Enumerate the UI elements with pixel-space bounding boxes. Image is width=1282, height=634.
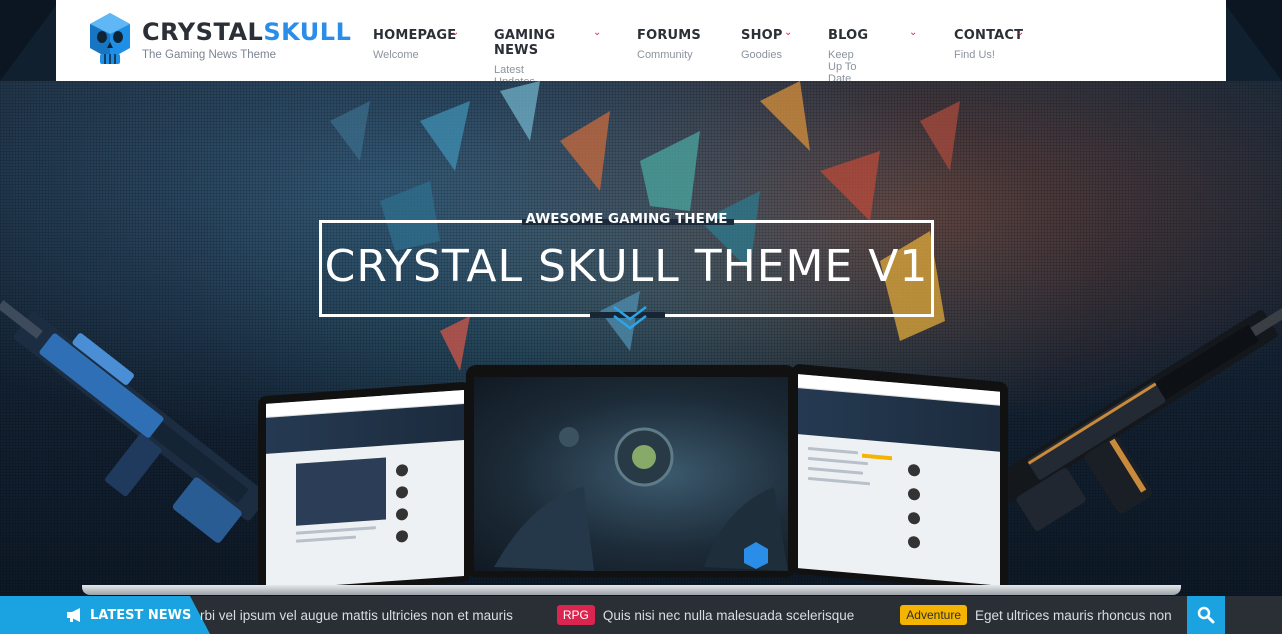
nav-sublabel: Find Us!	[954, 49, 995, 61]
ticker-items: rbi vel ipsum vel augue mattis ultricies…	[200, 596, 1187, 634]
site-logo[interactable]: CRYSTALSKULL The Gaming News Theme	[88, 12, 351, 68]
double-chevron-down-icon[interactable]	[610, 305, 650, 331]
nav-item-forums[interactable]: FORUMS Community	[637, 28, 701, 61]
nav-label: FORUMS	[637, 28, 701, 43]
logo-title-part2: SKULL	[263, 18, 352, 46]
robot-face-image	[494, 427, 788, 571]
nav-sublabel: Goodies	[741, 49, 782, 61]
logo-title-part1: CRYSTAL	[142, 18, 264, 46]
nav-item-gaming-news[interactable]: GAMING NEWS Latest Updates ⌄	[494, 27, 601, 88]
header-decoration-left	[0, 0, 60, 81]
nav-label: CONTACT	[954, 28, 1024, 43]
left-rifle-image	[0, 300, 268, 543]
megaphone-icon	[67, 608, 80, 622]
center-laptop-screen	[474, 377, 788, 571]
nav-item-blog[interactable]: BLOG Keep Up To Date ⌄	[828, 27, 917, 85]
chevron-down-icon: ⌄	[1016, 27, 1025, 38]
search-button[interactable]	[1187, 596, 1225, 634]
category-badge-adventure[interactable]: Adventure	[900, 605, 967, 625]
left-laptop-screen	[266, 390, 464, 590]
chevron-down-icon: ⌄	[909, 27, 918, 38]
hero-title-box: AWESOME GAMING THEME CRYSTAL SKULL THEME…	[319, 211, 934, 330]
nav-label: GAMING NEWS	[494, 28, 556, 58]
nav-sublabel: Community	[637, 49, 693, 61]
right-laptop-mockup	[792, 363, 1008, 593]
header-decoration-right	[1222, 0, 1282, 81]
ticker-label: LATEST NEWS	[0, 596, 210, 634]
nav-item-contact[interactable]: CONTACT Find Us! ⌄	[954, 27, 1025, 61]
nav-item-shop[interactable]: SHOP Goodies ⌄	[741, 27, 792, 61]
ticker-item-2[interactable]: Quis nisi nec nulla malesuada scelerisqu…	[603, 608, 854, 623]
left-laptop-mockup	[258, 381, 470, 596]
site-header: CRYSTALSKULL The Gaming News Theme HOMEP…	[0, 0, 1282, 88]
category-badge-rpg[interactable]: RPG	[556, 605, 595, 625]
right-rifle-image	[992, 301, 1282, 531]
chevron-down-icon: ⌄	[784, 27, 793, 38]
laptop-base	[82, 585, 1181, 595]
chevron-down-icon: ⌄	[593, 27, 602, 38]
ticker-item-1[interactable]: rbi vel ipsum vel augue mattis ultricies…	[200, 608, 513, 623]
nav-label: SHOP	[741, 28, 783, 43]
nav-sublabel: Keep Up To Date	[828, 49, 857, 85]
hero-title: CRYSTAL SKULL THEME V1	[324, 241, 929, 292]
chevron-down-icon: ⌄	[451, 27, 460, 38]
hero-kicker: AWESOME GAMING THEME	[525, 211, 728, 227]
right-laptop-screen	[798, 374, 1000, 586]
nav-label: BLOG	[828, 28, 869, 43]
nav-item-homepage[interactable]: HOMEPAGE Welcome ⌄	[373, 27, 460, 61]
search-icon	[1197, 606, 1215, 624]
logo-title: CRYSTALSKULL	[142, 19, 351, 45]
logo-text: CRYSTALSKULL The Gaming News Theme	[142, 19, 351, 61]
nav-label: HOMEPAGE	[373, 28, 457, 43]
logo-tagline: The Gaming News Theme	[142, 49, 277, 61]
hero-banner: AWESOME GAMING THEME CRYSTAL SKULL THEME…	[0, 81, 1282, 596]
center-laptop-mockup	[466, 365, 796, 577]
news-ticker: LATEST NEWS rbi vel ipsum vel augue matt…	[0, 596, 1282, 634]
ticker-label-text: LATEST NEWS	[90, 607, 192, 623]
ticker-item-3[interactable]: Eget ultrices mauris rhoncus non	[975, 608, 1172, 623]
skull-icon	[90, 13, 130, 64]
nav-sublabel: Welcome	[373, 49, 419, 61]
